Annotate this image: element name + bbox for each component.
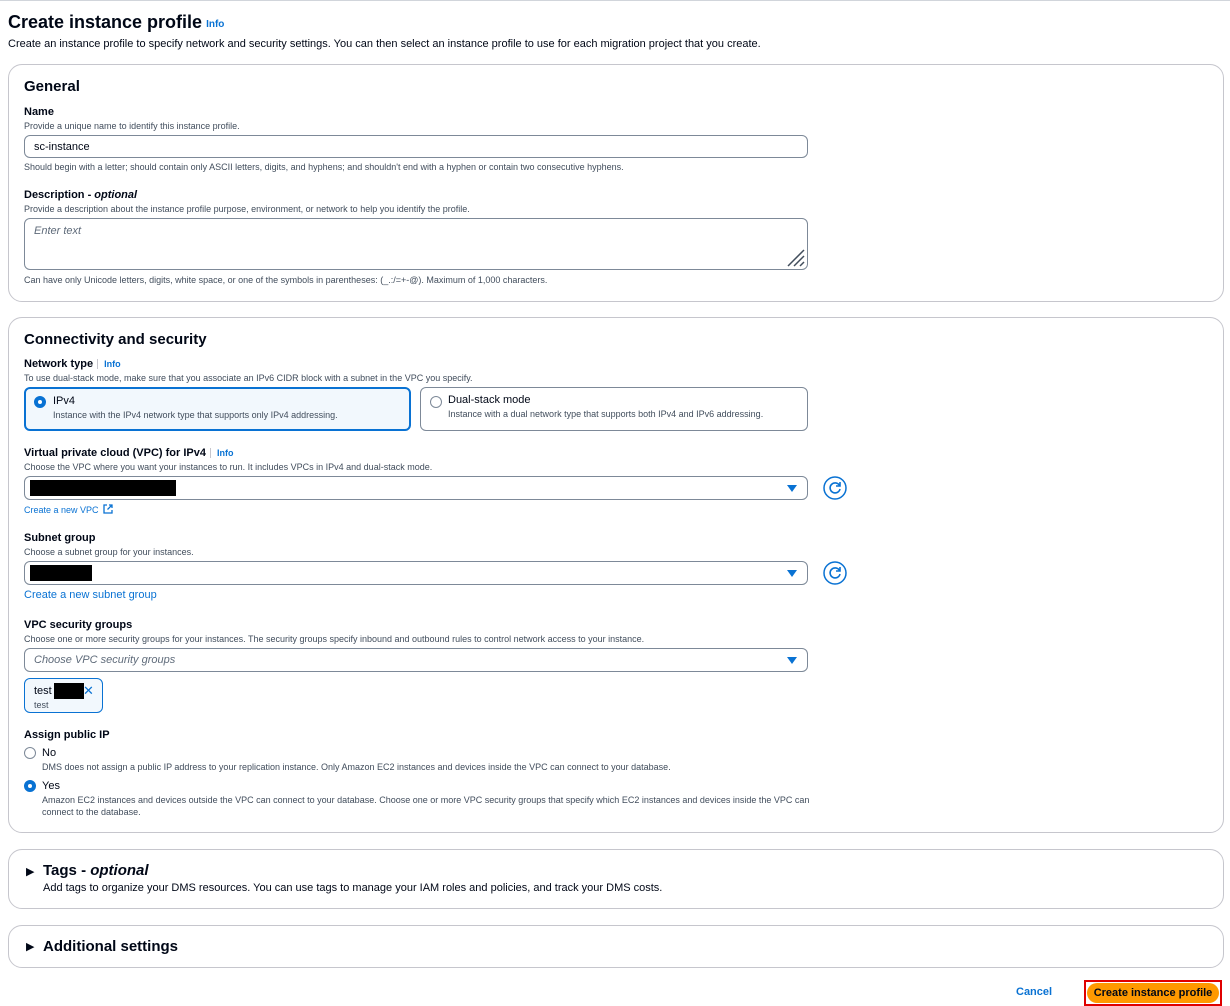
resize-grip-icon[interactable] — [785, 247, 805, 267]
ipv4-title: IPv4 — [53, 395, 76, 407]
general-panel: General Name Provide a unique name to id… — [8, 64, 1224, 302]
name-label: Name — [24, 106, 54, 118]
tags-panel[interactable]: ▶ Tags - optional Add tags to organize y… — [8, 849, 1224, 909]
public-ip-label: Assign public IP — [24, 729, 110, 741]
security-groups-placeholder: Choose VPC security groups — [34, 654, 176, 666]
external-link-icon — [103, 504, 113, 514]
chevron-down-icon — [787, 657, 797, 664]
ipv4-desc: Instance with the IPv4 network type that… — [53, 410, 338, 420]
vpc-label: Virtual private cloud (VPC) for IPv4 Info — [24, 447, 234, 459]
name-constraint: Should begin with a letter; should conta… — [24, 162, 624, 172]
caret-right-icon[interactable]: ▶ — [26, 940, 34, 953]
page-title: Create instance profile Info — [8, 12, 225, 32]
name-input[interactable]: sc-instance — [24, 135, 808, 158]
ipv4-option[interactable]: IPv4 Instance with the IPv4 network type… — [24, 387, 411, 431]
description-label: Description - optional — [24, 189, 138, 201]
public-ip-yes-radio[interactable] — [24, 780, 36, 792]
additional-settings-title: Additional settings — [43, 938, 178, 955]
vpc-info-link[interactable]: Info — [209, 448, 234, 458]
connectivity-panel: Connectivity and security Network type In… — [8, 317, 1224, 833]
cancel-button[interactable]: Cancel — [1016, 986, 1052, 998]
public-ip-no-desc: DMS does not assign a public IP address … — [42, 762, 671, 772]
vpc-select[interactable] — [24, 476, 808, 500]
redacted-value — [54, 683, 84, 699]
refresh-icon[interactable] — [823, 476, 847, 500]
description-textarea[interactable]: Enter text — [24, 218, 808, 270]
description-placeholder: Enter text — [34, 225, 82, 237]
general-title: General — [24, 78, 80, 95]
info-link[interactable]: Info — [206, 19, 224, 30]
ipv4-radio[interactable] — [34, 396, 46, 408]
chevron-down-icon — [787, 570, 797, 577]
create-instance-profile-button[interactable]: Create instance profile — [1087, 983, 1219, 1003]
public-ip-no-radio[interactable] — [24, 747, 36, 759]
public-ip-yes-desc: Amazon EC2 instances and devices outside… — [42, 795, 810, 817]
token-label: test — [34, 685, 52, 697]
security-groups-select[interactable]: Choose VPC security groups — [24, 648, 808, 672]
refresh-icon[interactable] — [823, 561, 847, 585]
subnet-hint: Choose a subnet group for your instances… — [24, 547, 194, 557]
dual-stack-title: Dual-stack mode — [448, 394, 531, 406]
vpc-hint: Choose the VPC where you want your insta… — [24, 462, 433, 472]
dual-stack-option[interactable]: Dual-stack mode Instance with a dual net… — [420, 387, 808, 431]
token-description: test — [34, 700, 49, 710]
create-vpc-link[interactable]: Create a new VPC — [24, 504, 113, 515]
close-icon[interactable]: ✕ — [83, 684, 94, 697]
redacted-value — [30, 480, 176, 496]
highlight-box: Create instance profile — [1084, 980, 1222, 1006]
public-ip-no-label: No — [42, 747, 57, 759]
description-hint: Provide a description about the instance… — [24, 204, 470, 214]
redacted-value — [30, 565, 92, 581]
create-subnet-group-link[interactable]: Create a new subnet group — [24, 589, 157, 601]
security-groups-hint: Choose one or more security groups for y… — [24, 634, 645, 644]
dual-stack-radio[interactable] — [430, 396, 442, 408]
top-divider — [0, 0, 1230, 1]
public-ip-yes-label: Yes — [42, 780, 60, 792]
additional-settings-panel[interactable]: ▶ Additional settings — [8, 925, 1224, 968]
name-input-value: sc-instance — [34, 140, 90, 153]
subnet-label: Subnet group — [24, 532, 96, 544]
description-constraint: Can have only Unicode letters, digits, w… — [24, 275, 548, 285]
connectivity-title: Connectivity and security — [24, 331, 207, 348]
tags-title: Tags - optional — [43, 862, 149, 879]
name-hint: Provide a unique name to identify this i… — [24, 121, 240, 131]
network-type-label: Network type Info — [24, 358, 121, 370]
page-description: Create an instance profile to specify ne… — [8, 38, 761, 50]
network-type-info-link[interactable]: Info — [97, 359, 121, 369]
subnet-select[interactable] — [24, 561, 808, 585]
tags-description: Add tags to organize your DMS resources.… — [43, 882, 663, 894]
network-type-hint: To use dual-stack mode, make sure that y… — [24, 373, 473, 383]
security-group-token: test ✕ test — [24, 678, 103, 713]
chevron-down-icon — [787, 485, 797, 492]
dual-stack-desc: Instance with a dual network type that s… — [448, 409, 764, 419]
caret-right-icon[interactable]: ▶ — [26, 865, 34, 878]
security-groups-label: VPC security groups — [24, 619, 133, 631]
